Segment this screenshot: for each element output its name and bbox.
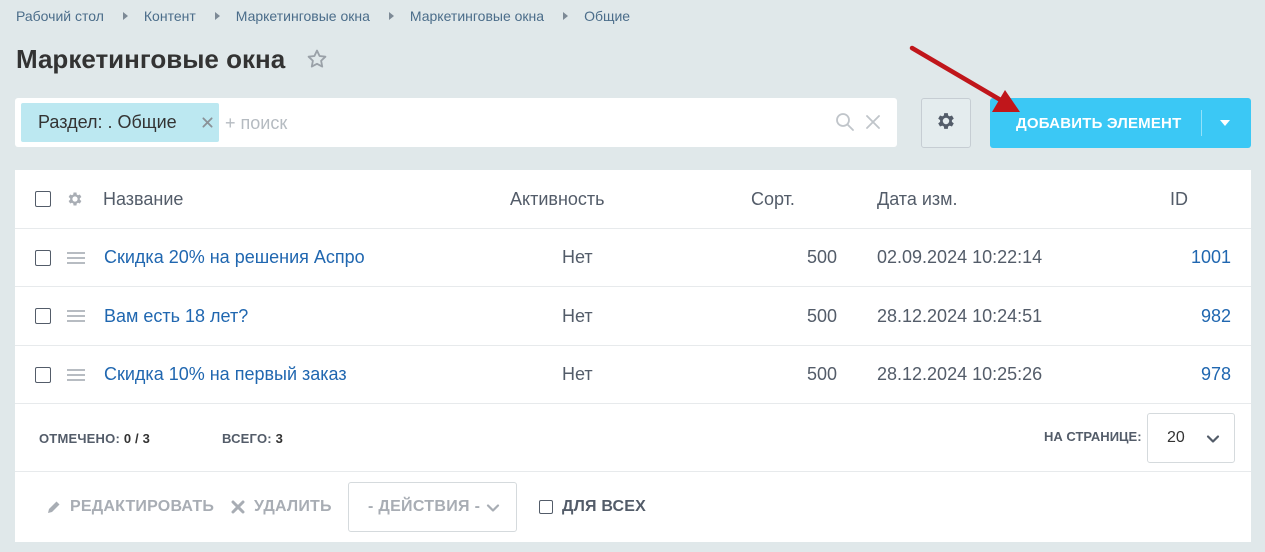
add-button-divider <box>1201 110 1202 136</box>
column-header-active[interactable]: Активность <box>510 170 605 228</box>
edit-label: РЕДАКТИРОВАТЬ <box>70 498 215 515</box>
row-date: 28.12.2024 10:24:51 <box>877 305 1043 326</box>
edit-button[interactable]: РЕДАКТИРОВАТЬ <box>47 472 214 542</box>
filter-search-bar[interactable]: Раздел: . Общие <box>15 98 897 147</box>
row-date: 28.12.2024 10:25:26 <box>877 364 1043 384</box>
delete-label: УДАЛИТЬ <box>254 498 332 515</box>
row-sort: 500 <box>806 247 837 267</box>
for-all-label: ДЛЯ ВСЕХ <box>562 498 647 515</box>
actions-select-value: - ДЕЙСТВИЯ - <box>368 498 481 515</box>
breadcrumb-item-content[interactable]: Контент <box>144 8 196 24</box>
per-page-value: 20 <box>1167 429 1185 446</box>
close-icon <box>231 500 245 514</box>
column-header-date[interactable]: Дата изм. <box>877 170 958 228</box>
caret-down-icon[interactable] <box>1220 120 1230 126</box>
annotation-arrow-icon <box>909 45 1020 112</box>
per-page-select[interactable]: 20 <box>1147 413 1235 463</box>
breadcrumb-separator-icon <box>388 12 394 20</box>
row-sort: 500 <box>806 364 837 384</box>
table-row[interactable]: Скидка 10% на первый заказ Нет 500 28.12… <box>15 346 1251 404</box>
table-row[interactable]: Скидка 20% на решения Аспро Нет 500 02.0… <box>15 229 1251 287</box>
delete-button[interactable]: УДАЛИТЬ <box>231 472 332 542</box>
drag-handle-icon[interactable] <box>67 251 85 264</box>
row-checkbox[interactable] <box>35 308 51 324</box>
selected-count: ОТМЕЧЕНО: 0 / 3 <box>39 431 151 446</box>
row-active: Нет <box>562 364 593 384</box>
filter-tag-section[interactable]: Раздел: . Общие <box>21 103 219 142</box>
breadcrumb-separator-icon <box>563 12 569 20</box>
table-header-row: Название Активность Сорт. Дата изм. ID <box>15 170 1251 229</box>
row-name-link[interactable]: Скидка 20% на решения Аспро <box>104 229 365 286</box>
select-all-checkbox[interactable] <box>35 191 51 207</box>
column-header-sort[interactable]: Сорт. <box>751 170 795 228</box>
favorite-star-icon[interactable] <box>305 47 329 71</box>
pencil-icon <box>48 501 60 513</box>
page-header: Маркетинговые окна <box>16 42 329 76</box>
row-id-link[interactable]: 1001 <box>1155 229 1231 286</box>
group-actions-panel: РЕДАКТИРОВАТЬ УДАЛИТЬ - ДЕЙСТВИЯ - ДЛЯ В… <box>15 472 1251 542</box>
elements-table: Название Активность Сорт. Дата изм. ID С… <box>15 170 1251 542</box>
row-checkbox[interactable] <box>35 366 51 383</box>
row-name-link[interactable]: Скидка 10% на первый заказ <box>104 346 347 403</box>
table-footer: ОТМЕЧЕНО: 0 / 3 ВСЕГО: 3 НА СТРАНИЦЕ: 20 <box>15 404 1251 472</box>
chevron-down-icon <box>486 501 500 515</box>
close-icon[interactable] <box>201 116 214 129</box>
row-name-link[interactable]: Вам есть 18 лет? <box>104 287 248 345</box>
row-checkbox[interactable] <box>35 249 51 266</box>
per-page-label: НА СТРАНИЦЕ: <box>1044 429 1142 444</box>
row-active: Нет <box>562 305 593 326</box>
breadcrumb-item-desktop[interactable]: Рабочий стол <box>16 8 104 24</box>
clear-search-icon[interactable] <box>865 114 881 130</box>
drag-handle-icon[interactable] <box>67 368 85 381</box>
drag-handle-icon[interactable] <box>67 310 85 322</box>
search-input[interactable] <box>225 108 825 138</box>
page-title: Маркетинговые окна <box>16 43 286 74</box>
for-all-toggle[interactable]: ДЛЯ ВСЕХ <box>539 472 646 542</box>
search-icon[interactable] <box>835 112 855 132</box>
row-date: 02.09.2024 10:22:14 <box>877 247 1043 267</box>
column-header-id[interactable]: ID <box>1170 170 1188 228</box>
for-all-checkbox[interactable] <box>539 500 553 514</box>
add-element-label: ДОБАВИТЬ ЭЛЕМЕНТ <box>1016 114 1182 132</box>
actions-select[interactable]: - ДЕЙСТВИЯ - <box>348 482 517 532</box>
filter-tag-label: Раздел: . Общие <box>38 112 177 132</box>
total-count: ВСЕГО: 3 <box>222 431 284 446</box>
breadcrumb-item-marketing-windows[interactable]: Маркетинговые окна <box>236 8 370 24</box>
column-settings-gear-icon[interactable] <box>66 170 84 228</box>
breadcrumb-item-general[interactable]: Общие <box>584 8 630 24</box>
row-active: Нет <box>562 247 593 267</box>
breadcrumb-separator-icon <box>214 12 220 20</box>
breadcrumb-item-marketing-windows-section[interactable]: Маркетинговые окна <box>410 8 544 24</box>
row-sort: 500 <box>806 305 837 326</box>
column-header-name[interactable]: Название <box>103 170 183 228</box>
row-id-link[interactable]: 982 <box>1155 287 1231 345</box>
chevron-down-icon <box>1206 432 1220 446</box>
breadcrumb-separator-icon <box>122 12 128 20</box>
breadcrumb: Рабочий стол Контент Маркетинговые окна … <box>16 8 630 24</box>
table-row[interactable]: Вам есть 18 лет? Нет 500 28.12.2024 10:2… <box>15 287 1251 346</box>
row-id-link[interactable]: 978 <box>1155 346 1231 403</box>
